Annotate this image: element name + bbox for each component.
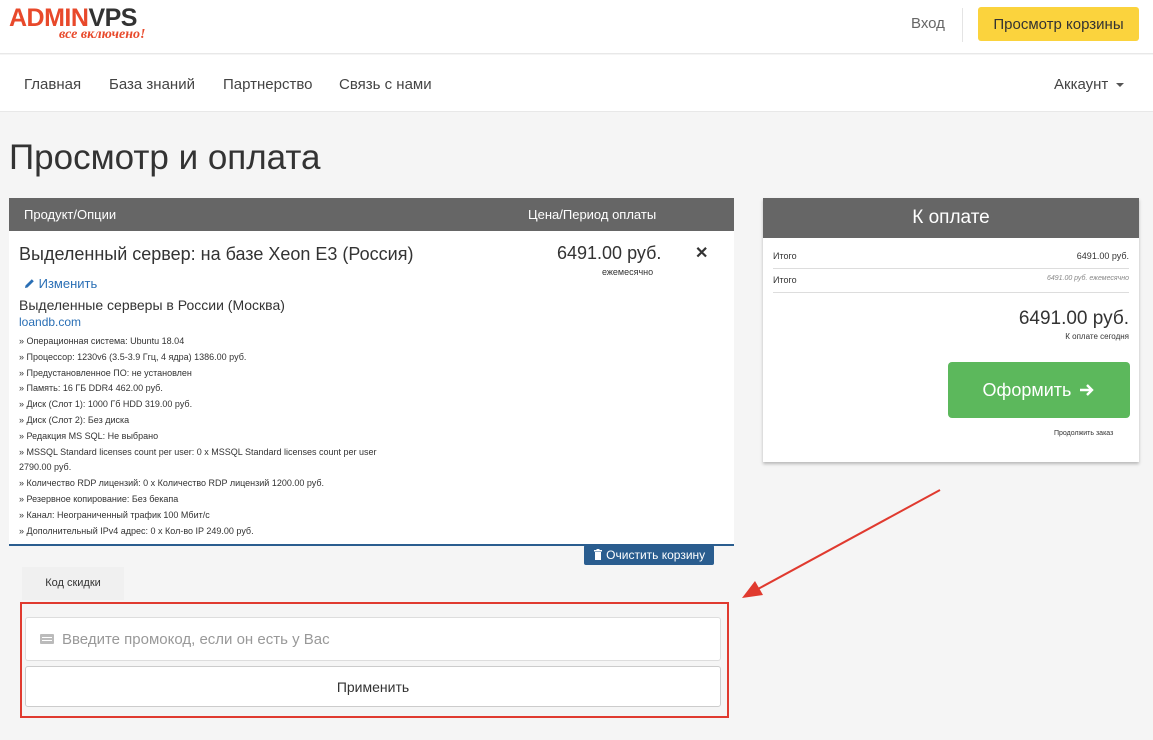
product-name: Выделенный сервер: на базе Xeon E3 (Росс…: [19, 244, 414, 264]
list-item: 2790.00 руб.: [19, 462, 72, 473]
account-label: Аккаунт: [1054, 76, 1109, 93]
nav-item-knowledgebase[interactable]: База знаний: [109, 76, 195, 93]
pencil-icon: [25, 279, 34, 288]
list-item: » Канал: Неограниченный трафик 100 Мбит/…: [19, 509, 210, 520]
product-group: Выделенные серверы в России (Москва): [19, 297, 285, 313]
nav-item-partnership[interactable]: Партнерство: [223, 76, 313, 93]
ticket-icon: [40, 634, 54, 644]
list-item: » Операционная система: Ubuntu 18.04: [19, 336, 185, 346]
list-item: » Дополнительный IPv4 адрес: 0 x Кол-во …: [19, 525, 254, 536]
list-item: » Предустановленное ПО: не установлен: [19, 367, 192, 378]
page-title: Просмотр и оплата: [9, 138, 321, 177]
cart-table-header: Продукт/Опции Цена/Период оплаты: [9, 198, 734, 231]
tab-promo-code[interactable]: Код скидки: [22, 567, 124, 600]
list-item: » Резервное копирование: Без бекапа: [19, 493, 179, 504]
arrow-right-icon: [1080, 383, 1095, 396]
checkout-label: Оформить: [982, 379, 1072, 400]
edit-product-link[interactable]: Изменить: [24, 276, 97, 291]
divider: [773, 292, 1129, 293]
caret-down-icon: [1116, 83, 1125, 88]
edit-label: Изменить: [38, 276, 98, 291]
logo-tagline: все включено!: [59, 27, 146, 42]
total-due: 6491.00 руб.: [1018, 308, 1129, 329]
product-price: 6491.00 руб.: [557, 243, 662, 263]
list-item: » Диск (Слот 1): 1000 Гб HDD 319.00 руб.: [19, 399, 193, 410]
apply-promo-button[interactable]: Применить: [25, 666, 721, 707]
remove-item-icon[interactable]: ✕: [695, 243, 708, 263]
subtotal-label: Итого: [773, 251, 797, 261]
promo-code-panel: Применить: [20, 602, 729, 718]
login-link[interactable]: Вход: [911, 15, 945, 32]
recurring-value: 6491.00 руб. ежемесячно: [1046, 275, 1129, 282]
cart-item: Выделенный сервер: на базе Xeon E3 (Росс…: [9, 231, 734, 546]
subtotal-row: Итого 6491.00 руб.: [773, 251, 1129, 261]
domain-name: loandb.com: [19, 315, 82, 329]
divider: [962, 8, 963, 42]
product-options-list: » Операционная система: Ubuntu 18.04 » П…: [19, 334, 419, 539]
divider: [773, 268, 1129, 269]
list-item: » Диск (Слот 2): Без диска: [19, 414, 130, 425]
list-item: » Количество RDP лицензий: 0 x Количеств…: [19, 478, 325, 489]
promo-code-input[interactable]: [62, 618, 712, 660]
view-cart-button[interactable]: Просмотр корзины: [978, 7, 1139, 41]
summary-title: К оплате: [763, 198, 1139, 238]
column-header-price: Цена/Период оплаты: [528, 207, 657, 222]
list-item: » MSSQL Standard licenses count per user…: [19, 446, 377, 457]
order-summary: К оплате Итого 6491.00 руб. Итого 6491.0…: [763, 198, 1139, 462]
checkout-button[interactable]: Оформить: [948, 362, 1130, 418]
recurring-label: Итого: [773, 275, 797, 285]
nav-item-home[interactable]: Главная: [24, 76, 81, 93]
trash-icon: [593, 549, 602, 560]
logo[interactable]: ADMINVPS все включено!: [9, 4, 145, 42]
nav-item-contact[interactable]: Связь с нами: [339, 76, 432, 93]
total-due-label: К оплате сегодня: [1065, 332, 1129, 341]
list-item: » Процессор: 1230v6 (3.5-3.9 Ггц, 4 ядра…: [19, 351, 247, 362]
top-bar: ADMINVPS все включено! Вход Просмотр кор…: [0, 0, 1153, 54]
recurring-row: Итого 6491.00 руб. ежемесячно: [773, 275, 1129, 285]
column-header-product: Продукт/Опции: [24, 207, 117, 222]
billing-period: ежемесячно: [602, 267, 654, 277]
empty-cart-button[interactable]: Очистить корзину: [584, 545, 714, 565]
list-item: » Редакция MS SQL: Не выбрано: [19, 430, 159, 441]
cart-table: Продукт/Опции Цена/Период оплаты Выделен…: [9, 198, 734, 546]
subtotal-value: 6491.00 руб.: [1076, 251, 1129, 261]
empty-cart-label: Очистить корзину: [606, 548, 706, 562]
main-nav: Главная База знаний Партнерство Связь с …: [0, 55, 1153, 112]
promo-input-wrapper: [25, 617, 721, 661]
continue-shopping-link[interactable]: Продолжить заказ: [1054, 430, 1113, 437]
list-item: » Память: 16 ГБ DDR4 462.00 руб.: [19, 383, 163, 394]
account-menu[interactable]: Аккаунт: [1054, 76, 1125, 93]
